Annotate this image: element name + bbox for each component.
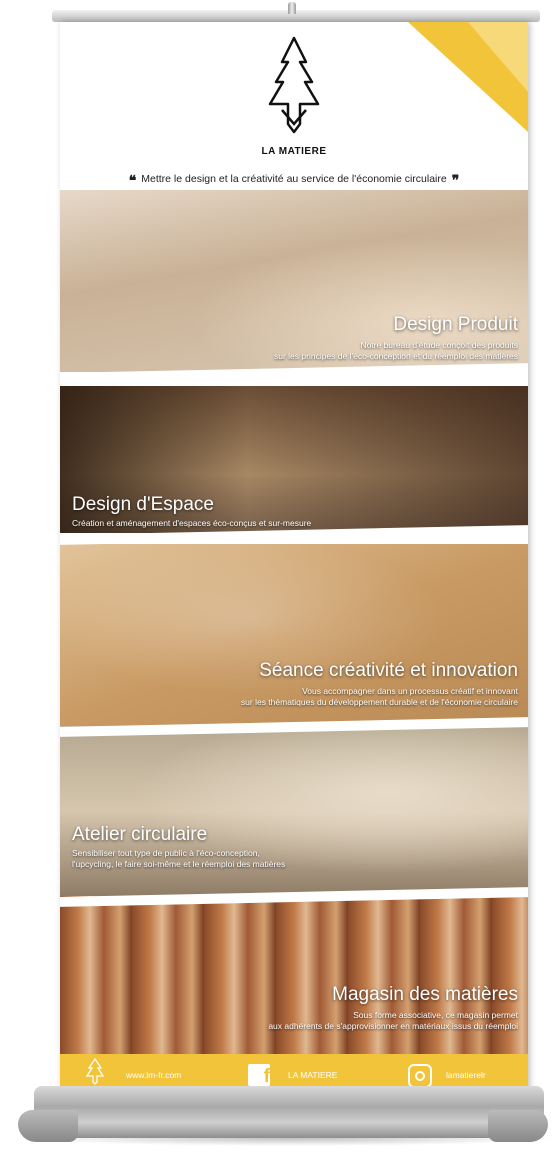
corner-accent-light xyxy=(468,22,528,92)
open-quote-icon: ❝ xyxy=(128,172,137,188)
section-desc: Sous forme associative, ce magasin perme… xyxy=(268,1010,518,1031)
tagline: ❝ Mettre le design et la créativité au se… xyxy=(60,172,528,189)
section-creativite: Séance créativité et innovation Vous acc… xyxy=(60,544,528,726)
close-quote-icon: ❞ xyxy=(451,172,460,188)
tree-logo-small-icon xyxy=(85,1058,105,1085)
facebook-icon[interactable]: f xyxy=(248,1064,270,1086)
section-title: Magasin des matières xyxy=(332,984,518,1005)
section-atelier: Atelier circulaire Sensibiliser tout typ… xyxy=(60,726,528,896)
tree-logo-icon xyxy=(268,36,320,134)
section-title: Design d'Espace xyxy=(72,494,214,515)
website-link[interactable]: www.lm-fr.com xyxy=(126,1070,181,1080)
banner-base xyxy=(34,1086,544,1138)
facebook-handle[interactable]: LA MATIERE xyxy=(288,1070,337,1080)
base-foot-right xyxy=(488,1110,548,1142)
brand-name: LA MATIERE xyxy=(261,146,327,157)
instagram-icon[interactable] xyxy=(408,1064,432,1088)
section-title: Séance créativité et innovation xyxy=(259,660,518,681)
banner-top-bar xyxy=(52,10,540,22)
base-foot-left xyxy=(18,1110,78,1142)
section-title: Design Produit xyxy=(393,314,518,335)
section-design-produit: Design Produit Notre bureau d'étude conç… xyxy=(60,190,528,372)
section-desc: Sensibiliser tout type de public à l'éco… xyxy=(72,848,286,869)
tagline-text: Mettre le design et la créativité au ser… xyxy=(141,173,447,185)
banner-hook xyxy=(288,2,296,14)
section-magasin: Magasin des matières Sous forme associat… xyxy=(60,896,528,1054)
section-desc: Notre bureau d'étude conçoit des produit… xyxy=(274,340,518,361)
section-title: Atelier circulaire xyxy=(72,824,208,845)
instagram-handle[interactable]: lamatierelr xyxy=(446,1070,486,1080)
section-desc: Vous accompagner dans un processus créat… xyxy=(240,686,518,707)
section-desc: Création et aménagement d'espaces éco-co… xyxy=(72,518,312,528)
rollup-banner: LA MATIERE ❝ Mettre le design et la créat… xyxy=(60,22,528,1094)
section-design-espace: Design d'Espace Création et aménagement … xyxy=(60,386,528,533)
